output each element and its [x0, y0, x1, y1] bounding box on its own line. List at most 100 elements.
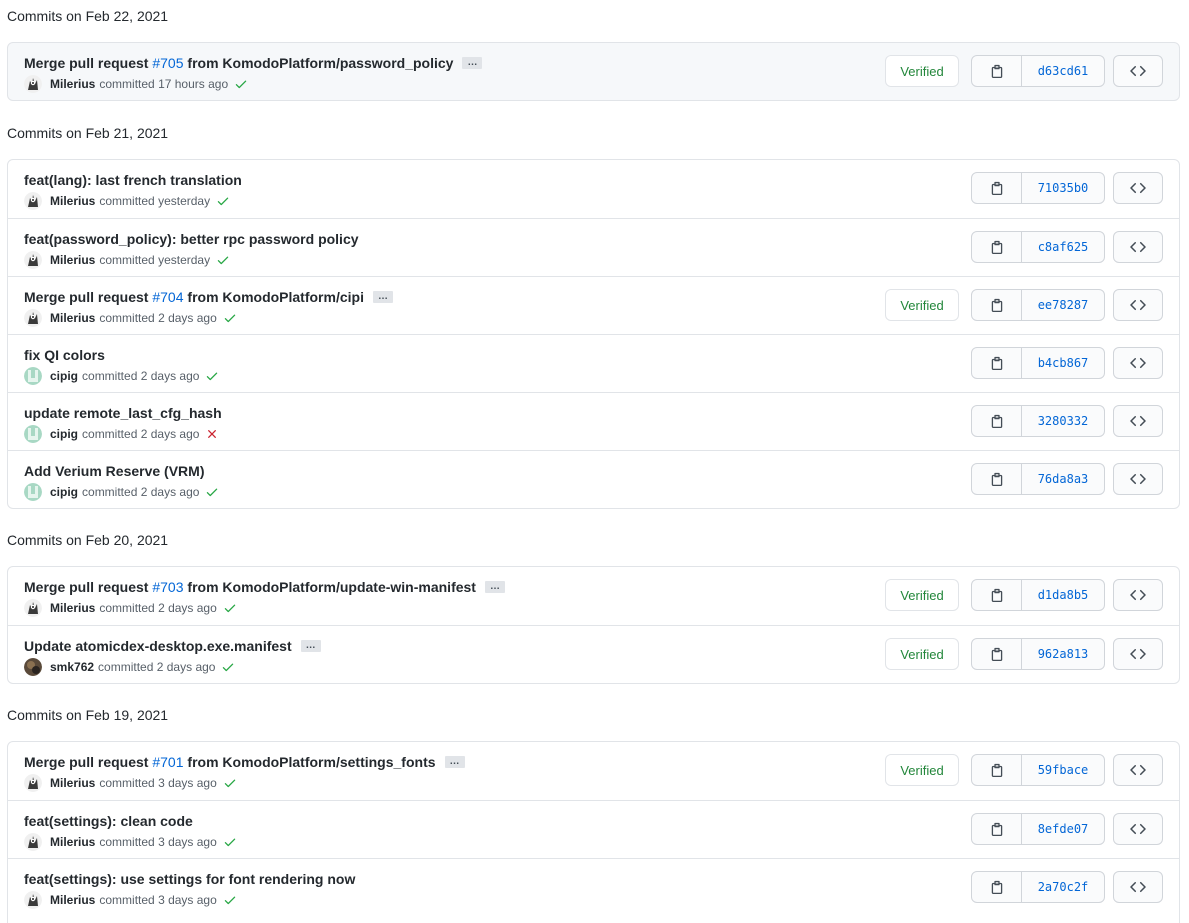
author-name-link[interactable]: Milerius	[50, 253, 95, 267]
author-name-link[interactable]: cipig	[50, 369, 78, 383]
author-avatar[interactable]	[24, 367, 42, 385]
ci-status-success-icon[interactable]	[234, 77, 248, 91]
commit-sha-link[interactable]: ee78287	[1022, 290, 1104, 320]
verified-badge[interactable]: Verified	[885, 289, 959, 321]
author-name-link[interactable]: Milerius	[50, 835, 95, 849]
author-avatar[interactable]	[24, 833, 42, 851]
ci-status-success-icon[interactable]	[223, 893, 237, 907]
commit-message-link[interactable]: Merge pull request #705 from KomodoPlatf…	[24, 55, 453, 71]
commit-sha-link[interactable]: d1da8b5	[1022, 580, 1104, 610]
commit-sha-group: d1da8b5	[971, 579, 1105, 611]
copy-sha-button[interactable]	[972, 290, 1022, 320]
author-avatar[interactable]	[24, 891, 42, 909]
copy-sha-button[interactable]	[972, 814, 1022, 844]
commit-message-link[interactable]: feat(settings): clean code	[24, 813, 193, 829]
browse-repo-at-commit-button[interactable]	[1113, 813, 1163, 845]
commit-row: Add Verium Reserve (VRM) cipig committed 2…	[8, 450, 1179, 508]
commit-sha-link[interactable]: 2a70c2f	[1022, 872, 1104, 902]
author-avatar[interactable]	[24, 599, 42, 617]
author-name-link[interactable]: Milerius	[50, 776, 95, 790]
author-name-link[interactable]: smk762	[50, 660, 94, 674]
expand-message-button[interactable]: …	[444, 756, 465, 768]
commit-message-link[interactable]: Merge pull request #704 from KomodoPlatf…	[24, 289, 364, 305]
expand-message-button[interactable]: …	[462, 57, 483, 69]
browse-repo-at-commit-button[interactable]	[1113, 579, 1163, 611]
copy-sha-button[interactable]	[972, 872, 1022, 902]
commit-sha-link[interactable]: 962a813	[1022, 639, 1104, 669]
copy-sha-button[interactable]	[972, 755, 1022, 785]
copy-sha-button[interactable]	[972, 464, 1022, 494]
commit-message-link[interactable]: Add Verium Reserve (VRM)	[24, 463, 205, 479]
browse-repo-at-commit-button[interactable]	[1113, 347, 1163, 379]
pull-request-link[interactable]: #701	[152, 754, 183, 770]
commit-sha-link[interactable]: 59fbace	[1022, 755, 1104, 785]
author-avatar[interactable]	[24, 192, 42, 210]
browse-repo-at-commit-button[interactable]	[1113, 871, 1163, 903]
expand-message-button[interactable]: …	[300, 640, 321, 652]
copy-sha-button[interactable]	[972, 406, 1022, 436]
author-avatar[interactable]	[24, 483, 42, 501]
browse-repo-at-commit-button[interactable]	[1113, 231, 1163, 263]
pull-request-link[interactable]: #703	[152, 579, 183, 595]
ci-status-success-icon[interactable]	[223, 776, 237, 790]
ci-status-success-icon[interactable]	[223, 835, 237, 849]
copy-sha-button[interactable]	[972, 232, 1022, 262]
ci-status-success-icon[interactable]	[216, 253, 230, 267]
commit-sha-link[interactable]: 8efde07	[1022, 814, 1104, 844]
verified-badge[interactable]: Verified	[885, 579, 959, 611]
commit-message-link[interactable]: feat(settings): use settings for font re…	[24, 871, 355, 887]
author-avatar[interactable]	[24, 774, 42, 792]
commit-sha-link[interactable]: d63cd61	[1022, 56, 1104, 86]
browse-repo-at-commit-button[interactable]	[1113, 55, 1163, 87]
copy-sha-button[interactable]	[972, 639, 1022, 669]
copy-sha-button[interactable]	[972, 348, 1022, 378]
commit-message-link[interactable]: Merge pull request #703 from KomodoPlatf…	[24, 579, 476, 595]
author-avatar[interactable]	[24, 251, 42, 269]
pull-request-link[interactable]: #705	[152, 55, 183, 71]
ci-status-success-icon[interactable]	[221, 660, 235, 674]
commit-message-link[interactable]: Merge pull request #701 from KomodoPlatf…	[24, 754, 436, 770]
author-name-link[interactable]: Milerius	[50, 311, 95, 325]
commit-message-link[interactable]: feat(password_policy): better rpc passwo…	[24, 231, 359, 247]
author-name-link[interactable]: Milerius	[50, 77, 95, 91]
pull-request-link[interactable]: #704	[152, 289, 183, 305]
author-name-link[interactable]: Milerius	[50, 893, 95, 907]
browse-repo-at-commit-button[interactable]	[1113, 463, 1163, 495]
ci-status-success-icon[interactable]	[205, 485, 219, 499]
browse-repo-at-commit-button[interactable]	[1113, 405, 1163, 437]
expand-message-button[interactable]: …	[484, 581, 505, 593]
commit-sha-link[interactable]: c8af625	[1022, 232, 1104, 262]
browse-repo-at-commit-button[interactable]	[1113, 172, 1163, 204]
author-avatar[interactable]	[24, 309, 42, 327]
verified-badge[interactable]: Verified	[885, 638, 959, 670]
expand-message-button[interactable]: …	[372, 291, 393, 303]
ci-status-success-icon[interactable]	[223, 311, 237, 325]
commit-sha-link[interactable]: b4cb867	[1022, 348, 1104, 378]
copy-sha-button[interactable]	[972, 56, 1022, 86]
commit-sha-link[interactable]: 3280332	[1022, 406, 1104, 436]
copy-sha-button[interactable]	[972, 580, 1022, 610]
ci-status-failure-icon[interactable]	[205, 427, 219, 441]
verified-badge[interactable]: Verified	[885, 55, 959, 87]
commit-message-link[interactable]: Update atomicdex-desktop.exe.manifest	[24, 638, 292, 654]
ci-status-success-icon[interactable]	[205, 369, 219, 383]
browse-repo-at-commit-button[interactable]	[1113, 754, 1163, 786]
ci-status-success-icon[interactable]	[223, 601, 237, 615]
commit-message-link[interactable]: update remote_last_cfg_hash	[24, 405, 222, 421]
author-name-link[interactable]: cipig	[50, 427, 78, 441]
author-name-link[interactable]: cipig	[50, 485, 78, 499]
verified-badge[interactable]: Verified	[885, 754, 959, 786]
commit-message-link[interactable]: fix QI colors	[24, 347, 105, 363]
browse-repo-at-commit-button[interactable]	[1113, 638, 1163, 670]
commit-sha-link[interactable]: 76da8a3	[1022, 464, 1104, 494]
commit-message-link[interactable]: feat(lang): last french translation	[24, 172, 242, 188]
ci-status-success-icon[interactable]	[216, 194, 230, 208]
browse-repo-at-commit-button[interactable]	[1113, 289, 1163, 321]
author-avatar[interactable]	[24, 75, 42, 93]
author-name-link[interactable]: Milerius	[50, 601, 95, 615]
author-avatar[interactable]	[24, 658, 42, 676]
author-name-link[interactable]: Milerius	[50, 194, 95, 208]
author-avatar[interactable]	[24, 425, 42, 443]
commit-sha-link[interactable]: 71035b0	[1022, 173, 1104, 203]
copy-sha-button[interactable]	[972, 173, 1022, 203]
